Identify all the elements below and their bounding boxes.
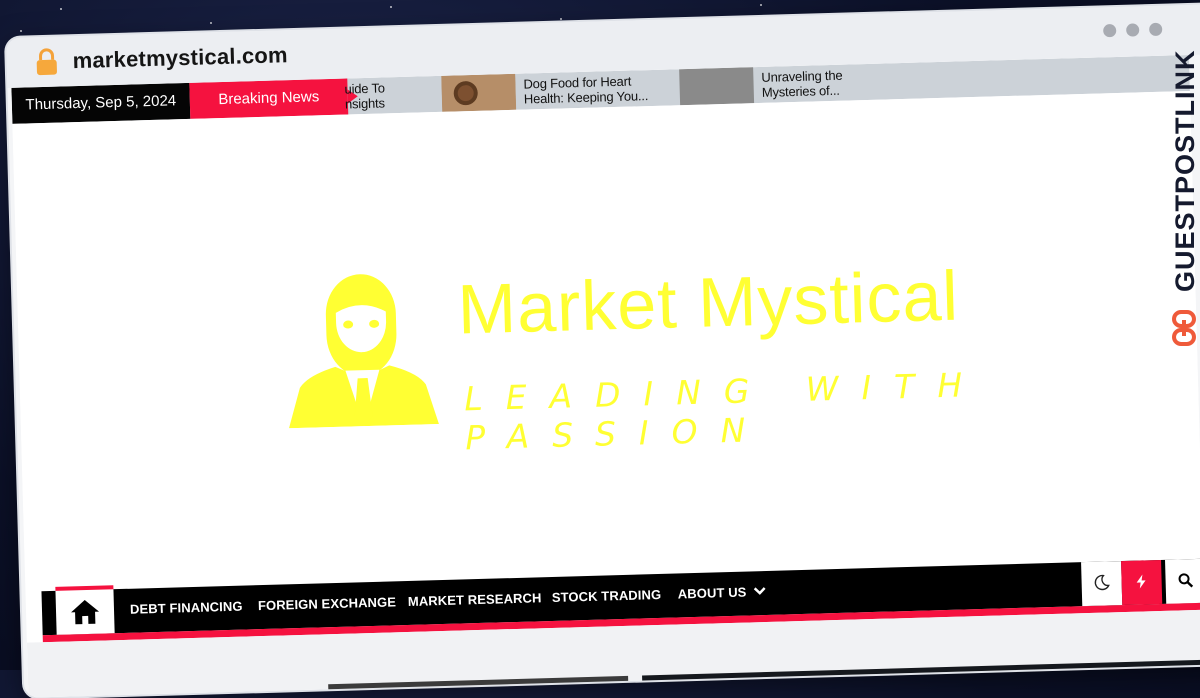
nav-stock-trading[interactable]: STOCK TRADING bbox=[552, 587, 662, 605]
svg-text:GUESTPOSTLINKS: GUESTPOSTLINKS bbox=[1170, 50, 1200, 292]
star bbox=[210, 22, 212, 24]
nav-about-us[interactable]: ABOUT US bbox=[678, 584, 767, 601]
ticker-item-title-line: Mysteries of... bbox=[761, 82, 840, 100]
featured-post-image[interactable] bbox=[328, 675, 629, 698]
lightning-icon bbox=[1136, 574, 1146, 589]
site-title: Market Mystical bbox=[456, 256, 960, 349]
breaking-news-label[interactable]: Breaking News bbox=[189, 78, 349, 119]
ticker-thumbnail[interactable] bbox=[679, 67, 755, 106]
ticker-item-title-line: nsights bbox=[344, 95, 385, 112]
browser-window: marketmystical.com Thursday, Sep 5, 2024… bbox=[6, 4, 1200, 698]
nav-foreign-exchange[interactable]: FOREIGN EXCHANGE bbox=[258, 594, 396, 613]
nav-market-research[interactable]: MARKET RESEARCH bbox=[408, 590, 542, 609]
ticker-item-title-line: uide To bbox=[344, 80, 386, 97]
ticker-item[interactable]: Dog Food for Heart Health: Keeping You..… bbox=[523, 73, 649, 107]
ticker-item[interactable]: uide To nsights bbox=[344, 80, 385, 111]
businessman-logo-icon bbox=[285, 264, 440, 433]
ticker-item-title-line: Health: Keeping You... bbox=[523, 88, 649, 107]
dark-mode-toggle[interactable] bbox=[1081, 561, 1123, 607]
chevron-down-icon bbox=[754, 587, 766, 595]
site-tagline: LEADING WITH PASSION bbox=[463, 364, 986, 458]
guestpostlinks-watermark: GUESTPOSTLINKS bbox=[1164, 30, 1200, 360]
nav-about-us-label: ABOUT US bbox=[677, 584, 747, 602]
featured-post-image[interactable] bbox=[642, 659, 1200, 696]
trending-button[interactable] bbox=[1121, 559, 1163, 606]
window-dot[interactable] bbox=[1126, 23, 1140, 37]
window-dot[interactable] bbox=[1149, 22, 1163, 37]
home-button[interactable] bbox=[55, 585, 115, 635]
home-icon bbox=[71, 600, 100, 625]
site-header-logo[interactable]: Market Mystical LEADING WITH PASSION bbox=[12, 90, 1200, 554]
star bbox=[760, 4, 762, 6]
chain-link-icon bbox=[1172, 310, 1196, 346]
moon-icon bbox=[1094, 574, 1110, 591]
window-controls bbox=[1093, 22, 1163, 43]
ticker-thumbnail[interactable] bbox=[441, 73, 517, 112]
web-page: Thursday, Sep 5, 2024 Breaking News uide… bbox=[11, 54, 1200, 698]
star bbox=[390, 6, 392, 8]
star bbox=[20, 30, 22, 32]
search-button[interactable] bbox=[1165, 558, 1200, 604]
lock-icon bbox=[32, 46, 61, 77]
ticker-item[interactable]: Unraveling the Mysteries of... bbox=[761, 68, 843, 100]
search-icon bbox=[1178, 573, 1194, 588]
star bbox=[60, 8, 62, 10]
nav-debt-financing[interactable]: DEBT FINANCING bbox=[130, 599, 243, 617]
url-text[interactable]: marketmystical.com bbox=[72, 42, 288, 74]
current-date: Thursday, Sep 5, 2024 bbox=[11, 82, 191, 124]
star bbox=[560, 18, 562, 20]
window-dot[interactable] bbox=[1103, 24, 1117, 38]
